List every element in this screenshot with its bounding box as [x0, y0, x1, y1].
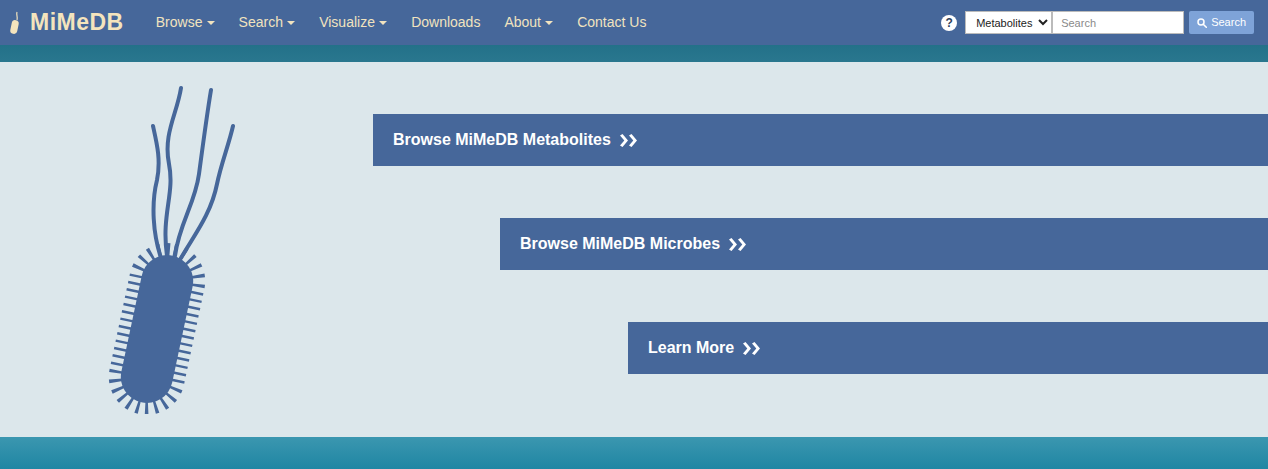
menu-item: About — [492, 0, 565, 45]
brand-name: MiMeDB — [30, 5, 124, 40]
menu-item: Browse — [144, 0, 227, 45]
menu-link[interactable]: Contact Us — [565, 0, 658, 45]
menu-link[interactable]: Downloads — [399, 0, 492, 45]
search-input[interactable] — [1052, 11, 1184, 34]
browse-link-label: Learn More — [648, 336, 734, 360]
search-button[interactable]: Search — [1189, 11, 1254, 34]
double-chevron-icon — [742, 342, 762, 355]
menu-link[interactable]: Visualize — [307, 0, 399, 45]
search-button-label: Search — [1211, 14, 1246, 31]
browse-link[interactable]: Browse MiMeDB Microbes — [500, 218, 1268, 270]
illustration-column — [0, 62, 260, 437]
double-chevron-icon — [619, 134, 639, 147]
browse-link[interactable]: Browse MiMeDB Metabolites — [373, 114, 1268, 166]
menu-item: Visualize — [307, 0, 399, 45]
menu-item: Downloads — [399, 0, 492, 45]
browse-link-label: Browse MiMeDB Metabolites — [393, 128, 611, 152]
double-chevron-icon — [728, 238, 748, 251]
menu-link[interactable]: About — [492, 0, 565, 45]
hero-background: Browse MiMeDB Metabolites Browse MiMeDB M… — [0, 45, 1268, 469]
menu-item: Contact Us — [565, 0, 658, 45]
menu-link[interactable]: Search — [227, 0, 308, 45]
help-icon[interactable]: ? — [941, 15, 957, 31]
hero-band: Browse MiMeDB Metabolites Browse MiMeDB M… — [0, 62, 1268, 437]
bacterium-illustration — [95, 84, 235, 414]
browse-link[interactable]: Learn More — [628, 322, 1268, 374]
menu-item: Search — [227, 0, 308, 45]
search-area: ? Metabolites Search — [941, 11, 1260, 34]
bacterium-icon — [8, 11, 22, 35]
menu-link[interactable]: Browse — [144, 0, 227, 45]
brand-logo[interactable]: MiMeDB — [8, 5, 124, 40]
category-select[interactable]: Metabolites — [965, 11, 1052, 34]
browse-link-label: Browse MiMeDB Microbes — [520, 232, 720, 256]
link-column: Browse MiMeDB Metabolites Browse MiMeDB M… — [260, 62, 1268, 437]
search-icon — [1197, 18, 1207, 28]
top-navbar: MiMeDBBrowseSearchVisualizeDownloadsAbou… — [0, 0, 1268, 45]
main-menu: BrowseSearchVisualizeDownloadsAboutConta… — [144, 0, 659, 45]
navbar-content: MiMeDBBrowseSearchVisualizeDownloadsAbou… — [0, 0, 1268, 45]
